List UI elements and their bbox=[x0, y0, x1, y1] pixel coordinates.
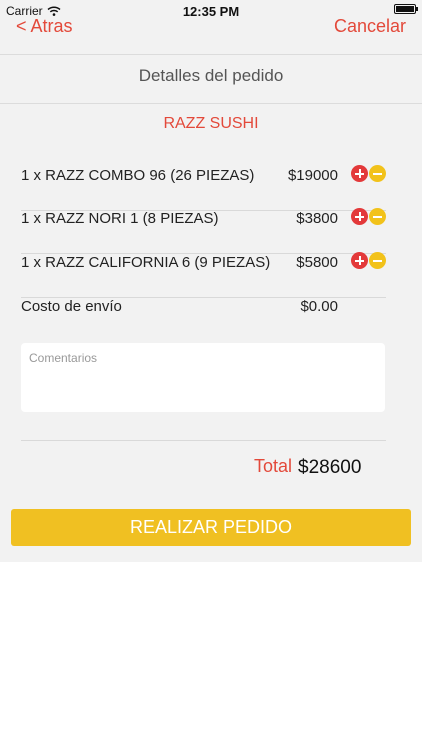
item-description: 1 x RAZZ COMBO 96 (26 PIEZAS) bbox=[21, 167, 255, 184]
plus-icon[interactable] bbox=[351, 252, 368, 269]
item-price: $19000 bbox=[287, 167, 338, 184]
cancel-button[interactable]: Cancelar bbox=[334, 16, 406, 37]
comments-field[interactable]: Comentarios bbox=[21, 343, 385, 412]
restaurant-name: RAZZ SUSHI bbox=[163, 115, 259, 132]
page-title: Detalles del pedido bbox=[138, 66, 284, 85]
total-value: $28600 bbox=[298, 457, 362, 478]
total-divider bbox=[21, 440, 386, 441]
battery-icon bbox=[394, 4, 418, 14]
back-button[interactable]: < Atras bbox=[16, 16, 73, 37]
place-order-button[interactable]: REALIZAR PEDIDO bbox=[11, 509, 411, 546]
item-description: 1 x RAZZ CALIFORNIA 6 (9 PIEZAS) bbox=[21, 254, 271, 271]
order-item-row: 1 x RAZZ COMBO 96 (26 PIEZAS) $19000 bbox=[21, 165, 386, 211]
plus-icon[interactable] bbox=[351, 165, 368, 182]
item-description: 1 x RAZZ NORI 1 (8 PIEZAS) bbox=[21, 210, 219, 227]
order-item-row: 1 x RAZZ NORI 1 (8 PIEZAS) $3800 bbox=[21, 208, 386, 254]
nav-divider bbox=[0, 54, 422, 55]
battery-group bbox=[394, 4, 418, 14]
quantity-controls bbox=[351, 208, 386, 225]
minus-icon[interactable] bbox=[369, 252, 386, 269]
item-price: $3800 bbox=[296, 210, 338, 227]
minus-icon[interactable] bbox=[369, 165, 386, 182]
plus-icon[interactable] bbox=[351, 208, 368, 225]
order-details-screen: Carrier 12:35 PM < Atras Cancelar Detall… bbox=[0, 0, 422, 562]
comments-placeholder: Comentarios bbox=[29, 351, 98, 365]
navigation-bar: < Atras Cancelar bbox=[0, 16, 422, 54]
quantity-controls bbox=[351, 165, 386, 182]
minus-icon[interactable] bbox=[369, 208, 386, 225]
quantity-controls bbox=[351, 252, 386, 269]
total-label: Total bbox=[254, 456, 293, 476]
shipping-label: Costo de envío bbox=[21, 298, 122, 315]
order-item-row: 1 x RAZZ CALIFORNIA 6 (9 PIEZAS) $5800 bbox=[21, 252, 386, 298]
title-divider bbox=[0, 103, 422, 104]
item-price: $5800 bbox=[296, 254, 338, 271]
shipping-row: Costo de envío $0.00 bbox=[21, 298, 386, 342]
shipping-price: $0.00 bbox=[300, 298, 338, 315]
